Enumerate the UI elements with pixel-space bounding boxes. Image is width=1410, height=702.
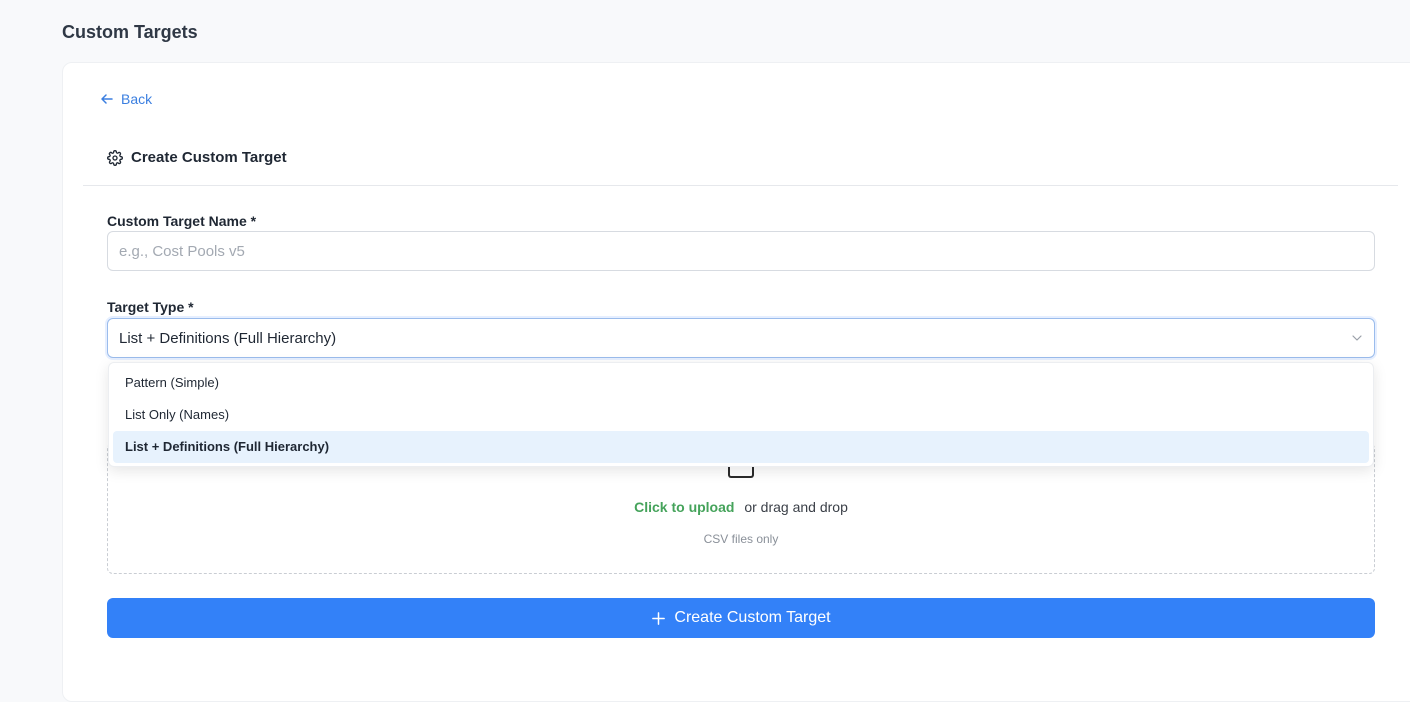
section-title: Create Custom Target bbox=[131, 149, 287, 166]
upload-hint: CSV files only bbox=[703, 532, 779, 546]
section-divider bbox=[83, 185, 1398, 186]
option-list-definitions[interactable]: List + Definitions (Full Hierarchy) bbox=[113, 431, 1369, 463]
page-title: Custom Targets bbox=[62, 22, 198, 42]
click-to-upload-link[interactable]: Click to upload bbox=[634, 499, 734, 515]
option-pattern-simple[interactable]: Pattern (Simple) bbox=[113, 367, 1369, 399]
name-label: Custom Target Name * bbox=[107, 213, 257, 229]
target-type-selected-value: List + Definitions (Full Hierarchy) bbox=[119, 329, 337, 347]
back-label: Back bbox=[121, 91, 153, 107]
drag-drop-text: or drag and drop bbox=[744, 499, 848, 515]
type-label: Target Type * bbox=[107, 299, 194, 315]
section-header: Create Custom Target bbox=[107, 149, 287, 166]
back-link[interactable]: Back bbox=[99, 91, 152, 107]
target-type-dropdown-menu: Pattern (Simple) List Only (Names) List … bbox=[108, 362, 1374, 467]
upload-instructions: Click to upload or drag and drop bbox=[108, 499, 1374, 515]
create-button-label: Create Custom Target bbox=[674, 609, 831, 626]
plus-icon bbox=[652, 611, 666, 625]
gear-icon bbox=[107, 149, 123, 166]
arrow-left-icon bbox=[101, 94, 113, 104]
target-type-select[interactable]: List + Definitions (Full Hierarchy) bbox=[107, 318, 1375, 358]
create-custom-target-button[interactable]: Create Custom Target bbox=[107, 598, 1375, 638]
option-list-only[interactable]: List Only (Names) bbox=[113, 399, 1369, 431]
create-target-card: Back Create Custom Target Custom Target … bbox=[62, 62, 1410, 702]
target-name-input[interactable] bbox=[107, 231, 1375, 271]
chevron-down-icon bbox=[1352, 335, 1362, 341]
